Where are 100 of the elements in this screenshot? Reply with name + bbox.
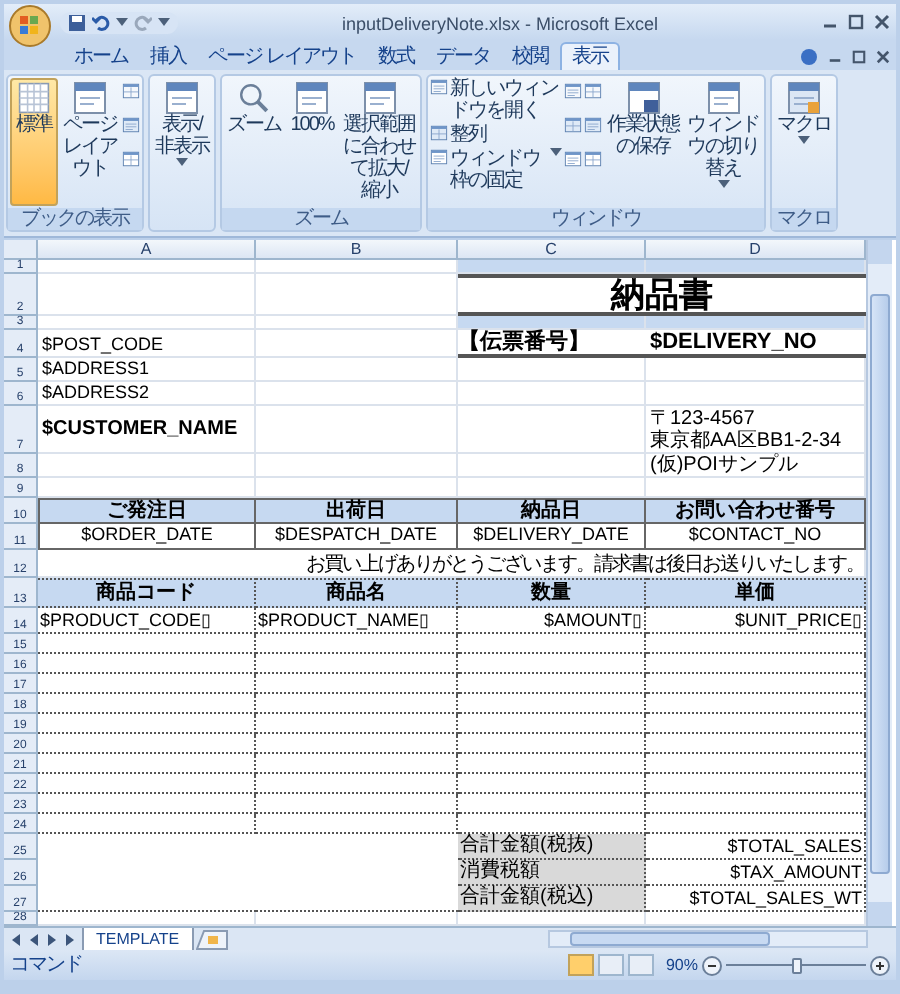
restore-icon[interactable] <box>852 50 866 64</box>
windows-icon <box>707 82 739 114</box>
window-icon[interactable] <box>564 82 582 100</box>
first-sheet-icon[interactable] <box>10 933 22 945</box>
column-header[interactable]: A <box>38 240 256 260</box>
ribbon-button[interactable]: マクロ <box>774 78 834 206</box>
column-header[interactable]: C <box>458 240 646 260</box>
zoom-level-text[interactable]: 90% <box>665 953 698 977</box>
horizontal-scrollbar[interactable] <box>548 930 868 948</box>
ribbon-button[interactable]: 100% <box>286 78 338 206</box>
column-header-cell: お問い合わせ番号 <box>646 498 866 524</box>
group-label: ウィンドウ <box>428 208 764 230</box>
column-header-cell: 数量 <box>458 578 646 608</box>
macro-icon <box>788 82 820 114</box>
table-cell: $POST_CODE <box>38 330 256 358</box>
column-header[interactable]: D <box>646 240 866 260</box>
title-cell: 納品書 <box>458 274 866 316</box>
ribbon-button[interactable]: ページレイアウト <box>60 78 120 206</box>
ribbon-tab[interactable]: 挿入 <box>140 42 196 70</box>
previous-sheet-icon[interactable] <box>28 933 40 945</box>
table-cell: $CUSTOMER_NAME <box>38 406 256 454</box>
window-icon[interactable] <box>430 78 448 96</box>
page-icon <box>296 82 328 114</box>
undo-icon[interactable] <box>92 13 110 31</box>
ribbon-button[interactable]: ウィンドウの切り替え <box>684 78 762 206</box>
select-all-corner[interactable] <box>4 240 38 260</box>
table-cell: 合計金額(税抜) <box>458 834 646 860</box>
window-icon[interactable] <box>122 116 140 134</box>
close-icon[interactable] <box>874 14 890 30</box>
column-header-cell: 納品日 <box>458 498 646 524</box>
column-header-cell: 商品コード <box>38 578 256 608</box>
group-label: マクロ <box>772 208 836 230</box>
ribbon-small-button[interactable]: 新しいウィンドウを開く <box>430 78 562 122</box>
table-cell: $ADDRESS2 <box>38 382 256 406</box>
window-icon[interactable] <box>122 150 140 168</box>
save-icon[interactable] <box>68 13 86 31</box>
window-icon[interactable] <box>430 148 448 166</box>
ribbon-tab[interactable]: データ <box>425 42 500 70</box>
window-title: inputDeliveryNote.xlsx - Microsoft Excel <box>341 14 659 34</box>
zoom-slider[interactable] <box>726 955 866 975</box>
column-header-cell: 単価 <box>646 578 866 608</box>
column-header-cell: 出荷日 <box>256 498 458 524</box>
next-sheet-icon[interactable] <box>46 933 58 945</box>
address-text: 〒123-4567 <box>650 407 757 429</box>
grid-icon <box>18 82 50 114</box>
maximize-icon[interactable] <box>848 14 864 30</box>
ribbon-tab[interactable]: ホーム <box>64 42 138 70</box>
status-text: コマンド <box>10 954 82 976</box>
column-header[interactable]: B <box>256 240 458 260</box>
table-cell: $ORDER_DATE <box>38 524 256 550</box>
table-cell: $DELIVERY_DATE <box>458 524 646 550</box>
sheet-tab[interactable]: TEMPLATE <box>82 927 194 951</box>
table-cell: 【伝票番号】 <box>458 330 646 358</box>
ribbon-tab[interactable]: 校閲 <box>501 42 558 70</box>
window-icon[interactable] <box>430 124 448 142</box>
ribbon-button[interactable]: 作業状態の保存 <box>604 78 682 206</box>
view-button[interactable] <box>597 954 624 976</box>
group-label: ブックの表示 <box>8 208 142 230</box>
ribbon-small-button[interactable]: ウィンドウ枠の固定 <box>430 148 562 192</box>
ribbon-tab[interactable]: ページ レイアウト <box>198 42 366 70</box>
group-label: ズーム <box>222 208 420 230</box>
window-icon[interactable] <box>122 82 140 100</box>
ribbon-button[interactable]: 選択範囲に合わせて拡大/縮小 <box>340 78 418 206</box>
close-icon[interactable] <box>876 50 890 64</box>
zoom-in-icon[interactable] <box>870 955 890 975</box>
vertical-scrollbar[interactable] <box>866 240 892 926</box>
window-icon[interactable] <box>584 116 602 134</box>
view-button[interactable] <box>567 954 594 976</box>
column-header-cell: ご発注日 <box>38 498 256 524</box>
last-sheet-icon[interactable] <box>64 933 76 945</box>
ribbon-tab[interactable]: 数式 <box>367 42 424 70</box>
address-text: 東京都AA区BB1-2-34 <box>650 429 844 451</box>
magnifier-icon <box>238 82 270 114</box>
ribbon-small-button[interactable]: 整列 <box>430 124 562 146</box>
slider-thumb[interactable] <box>792 957 802 973</box>
window-icon <box>363 82 395 114</box>
table-cell: $ADDRESS1 <box>38 358 256 382</box>
table-cell: 合計金額(税込) <box>458 886 646 912</box>
view-button[interactable] <box>627 954 654 976</box>
zoom-out-icon[interactable] <box>702 955 722 975</box>
window-icon[interactable] <box>584 150 602 168</box>
table-cell: $DESPATCH_DATE <box>256 524 458 550</box>
table-cell: $PRODUCT_NAME▯ <box>256 608 458 634</box>
page-icon <box>74 82 106 114</box>
window-icon[interactable] <box>584 82 602 100</box>
window-icon[interactable] <box>564 150 582 168</box>
ribbon-button[interactable]: ズーム <box>224 78 284 206</box>
window-save-icon <box>627 82 659 114</box>
window-icon <box>166 82 198 114</box>
ribbon-tab[interactable]: 表示 <box>559 42 620 70</box>
table-cell: (仮)POIサンプル <box>646 454 866 478</box>
table-cell: 消費税額 <box>458 860 646 886</box>
insert-sheet-icon[interactable] <box>195 929 228 949</box>
window-icon[interactable] <box>564 116 582 134</box>
table-cell: $AMOUNT▯ <box>458 608 646 634</box>
redo-icon[interactable] <box>134 13 152 31</box>
table-cell: $PRODUCT_CODE▯ <box>38 608 256 634</box>
caret-icon <box>158 18 170 26</box>
ribbon-button[interactable]: 表示/非表示 <box>152 78 212 206</box>
ribbon-button[interactable]: 標準 <box>10 78 58 206</box>
